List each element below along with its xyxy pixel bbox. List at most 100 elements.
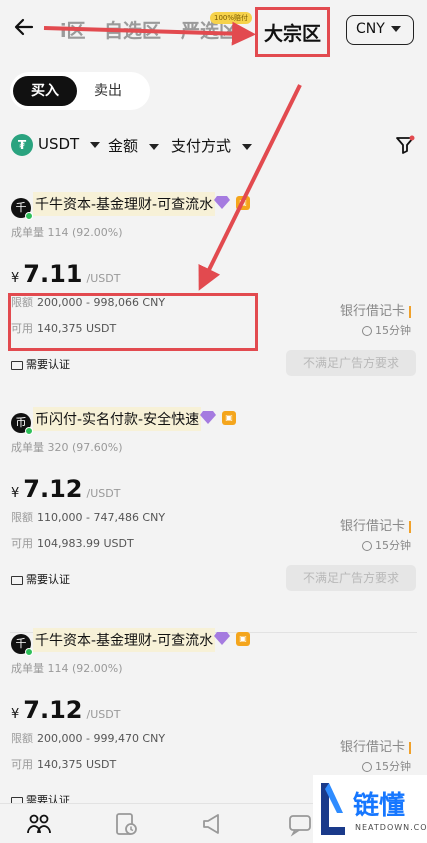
verification-label: 需要认证 — [26, 573, 70, 586]
payment-time-value: 15分钟 — [375, 760, 411, 773]
verification-label: 需要认证 — [26, 358, 70, 371]
payment-color-bar — [409, 520, 411, 533]
orders-icon[interactable] — [113, 811, 139, 837]
ads-icon[interactable] — [200, 811, 226, 837]
tab-i-zone[interactable]: i区 — [60, 16, 86, 43]
order-stats: 成单量 320 (97.60%) — [11, 439, 123, 455]
compensation-badge: 100%赔付 — [210, 12, 253, 24]
currency-symbol: ¥ — [11, 271, 20, 286]
funnel-icon[interactable] — [394, 134, 416, 156]
not-eligible-button[interactable]: 不满足广告方要求 — [286, 565, 416, 591]
tab-bulk-highlight[interactable]: 大宗区 — [255, 7, 330, 57]
merchant-badge-icon: ▣ — [236, 196, 250, 210]
limit-value: 200,000 - 999,470 CNY — [37, 732, 166, 745]
limit-value: 110,000 - 747,486 CNY — [37, 511, 166, 524]
top-bar: i区 自选区 严选区 100%赔付 大宗区 CNY — [0, 0, 427, 60]
price-line: ¥7.11/USDT — [11, 260, 120, 288]
amount-filter[interactable]: 金额 — [108, 135, 159, 156]
buy-tab[interactable]: 买入 — [13, 76, 77, 106]
p2p-icon[interactable] — [26, 811, 52, 837]
order-stats: 成单量 114 (92.00%) — [11, 660, 123, 676]
order-stats-label: 成单量 — [11, 441, 44, 454]
currency-symbol: ¥ — [11, 707, 20, 722]
currency-selector[interactable]: CNY — [346, 15, 414, 45]
merchant-name[interactable]: 币闪付-实名付款-安全快速 — [33, 407, 202, 431]
available-row: 可用 140,375 USDT — [11, 756, 116, 772]
payment-method-label: 银行借记卡 — [339, 304, 405, 319]
order-stats-value: 114 (92.00%) — [47, 226, 123, 239]
coin-filter[interactable]: USDT — [38, 135, 100, 153]
clock-icon — [362, 541, 372, 551]
available-label: 可用 — [11, 537, 33, 550]
merchant-name[interactable]: 千牛资本-基金理财-可查流水 — [33, 628, 216, 652]
watermark-logo-icon — [321, 783, 345, 835]
payment-time-value: 15分钟 — [375, 324, 411, 337]
currency-symbol: ¥ — [11, 486, 20, 501]
order-stats: 成单量 114 (92.00%) — [11, 224, 123, 240]
price-unit: /USDT — [86, 272, 121, 285]
watermark-text: 链懂 — [353, 791, 406, 821]
tab-favorites[interactable]: 自选区 — [104, 16, 161, 43]
filter-bar: ₮ USDT 金额 支付方式 — [0, 130, 427, 160]
order-stats-value: 114 (92.00%) — [47, 662, 123, 675]
order-stats-label: 成单量 — [11, 226, 44, 239]
chevron-down-icon — [390, 26, 401, 32]
verification-required: 需要认证 — [11, 356, 70, 372]
sell-tab[interactable]: 卖出 — [94, 76, 122, 106]
verification-required: 需要认证 — [11, 571, 70, 587]
price: 7.12 — [23, 696, 83, 724]
buy-sell-toggle: 买入 卖出 — [10, 72, 150, 110]
watermark: 链懂 NEATDOWN.COM — [313, 775, 427, 843]
available-value: 140,375 USDT — [37, 758, 117, 771]
online-status-icon — [25, 427, 33, 435]
payment-filter[interactable]: 支付方式 — [171, 135, 252, 156]
chevron-down-icon — [148, 143, 159, 150]
price-line: ¥7.12/USDT — [11, 696, 120, 724]
clock-icon — [362, 762, 372, 772]
payment-time: 15分钟 — [362, 758, 411, 774]
merchant-name[interactable]: 千牛资本-基金理财-可查流水 — [33, 192, 216, 216]
back-arrow-icon[interactable] — [12, 15, 38, 41]
currency-label: CNY — [356, 21, 385, 37]
price-unit: /USDT — [86, 487, 121, 500]
order-stats-label: 成单量 — [11, 662, 44, 675]
limit-label: 限额 — [11, 732, 33, 745]
usdt-coin-icon: ₮ — [11, 134, 33, 156]
tab-bulk[interactable]: 大宗区 — [264, 19, 321, 46]
amount-filter-label: 金额 — [108, 137, 139, 155]
payment-time: 15分钟 — [362, 322, 411, 338]
merchant-badge-icon: ▣ — [236, 632, 250, 646]
merchant-badge-icon: ▣ — [222, 411, 236, 425]
chevron-down-icon — [90, 141, 100, 148]
chat-icon[interactable] — [287, 811, 313, 837]
diamond-icon — [200, 411, 216, 424]
available-row: 可用 104,983.99 USDT — [11, 535, 134, 551]
not-eligible-button[interactable]: 不满足广告方要求 — [286, 350, 416, 376]
payment-filter-label: 支付方式 — [171, 137, 232, 155]
watermark-subtext: NEATDOWN.COM — [355, 823, 427, 832]
ad-card[interactable]: 币 币闪付-实名付款-安全快速 ▣ 成单量 320 (97.60%) ¥7.12… — [0, 407, 427, 633]
order-stats-value: 320 (97.60%) — [47, 441, 123, 454]
id-card-icon — [11, 575, 23, 585]
payment-method: 银行借记卡 — [340, 300, 411, 319]
limit-row: 限额 200,000 - 999,470 CNY — [11, 730, 165, 746]
payment-method-label: 银行借记卡 — [339, 519, 405, 534]
coin-filter-label: USDT — [38, 135, 80, 153]
payment-color-bar — [409, 305, 411, 318]
annotation-highlight-box — [8, 293, 258, 351]
price-line: ¥7.12/USDT — [11, 475, 120, 503]
diamond-icon — [214, 196, 230, 209]
payment-method-label: 银行借记卡 — [339, 740, 405, 755]
online-status-icon — [25, 648, 33, 656]
available-value: 104,983.99 USDT — [37, 537, 134, 550]
limit-row: 限额 110,000 - 747,486 CNY — [11, 509, 165, 525]
payment-color-bar — [409, 741, 411, 754]
online-status-icon — [25, 212, 33, 220]
price: 7.11 — [23, 260, 83, 288]
payment-time: 15分钟 — [362, 537, 411, 553]
price-unit: /USDT — [86, 708, 121, 721]
clock-icon — [362, 326, 372, 336]
available-label: 可用 — [11, 758, 33, 771]
payment-method: 银行借记卡 — [340, 515, 411, 534]
limit-label: 限额 — [11, 511, 33, 524]
